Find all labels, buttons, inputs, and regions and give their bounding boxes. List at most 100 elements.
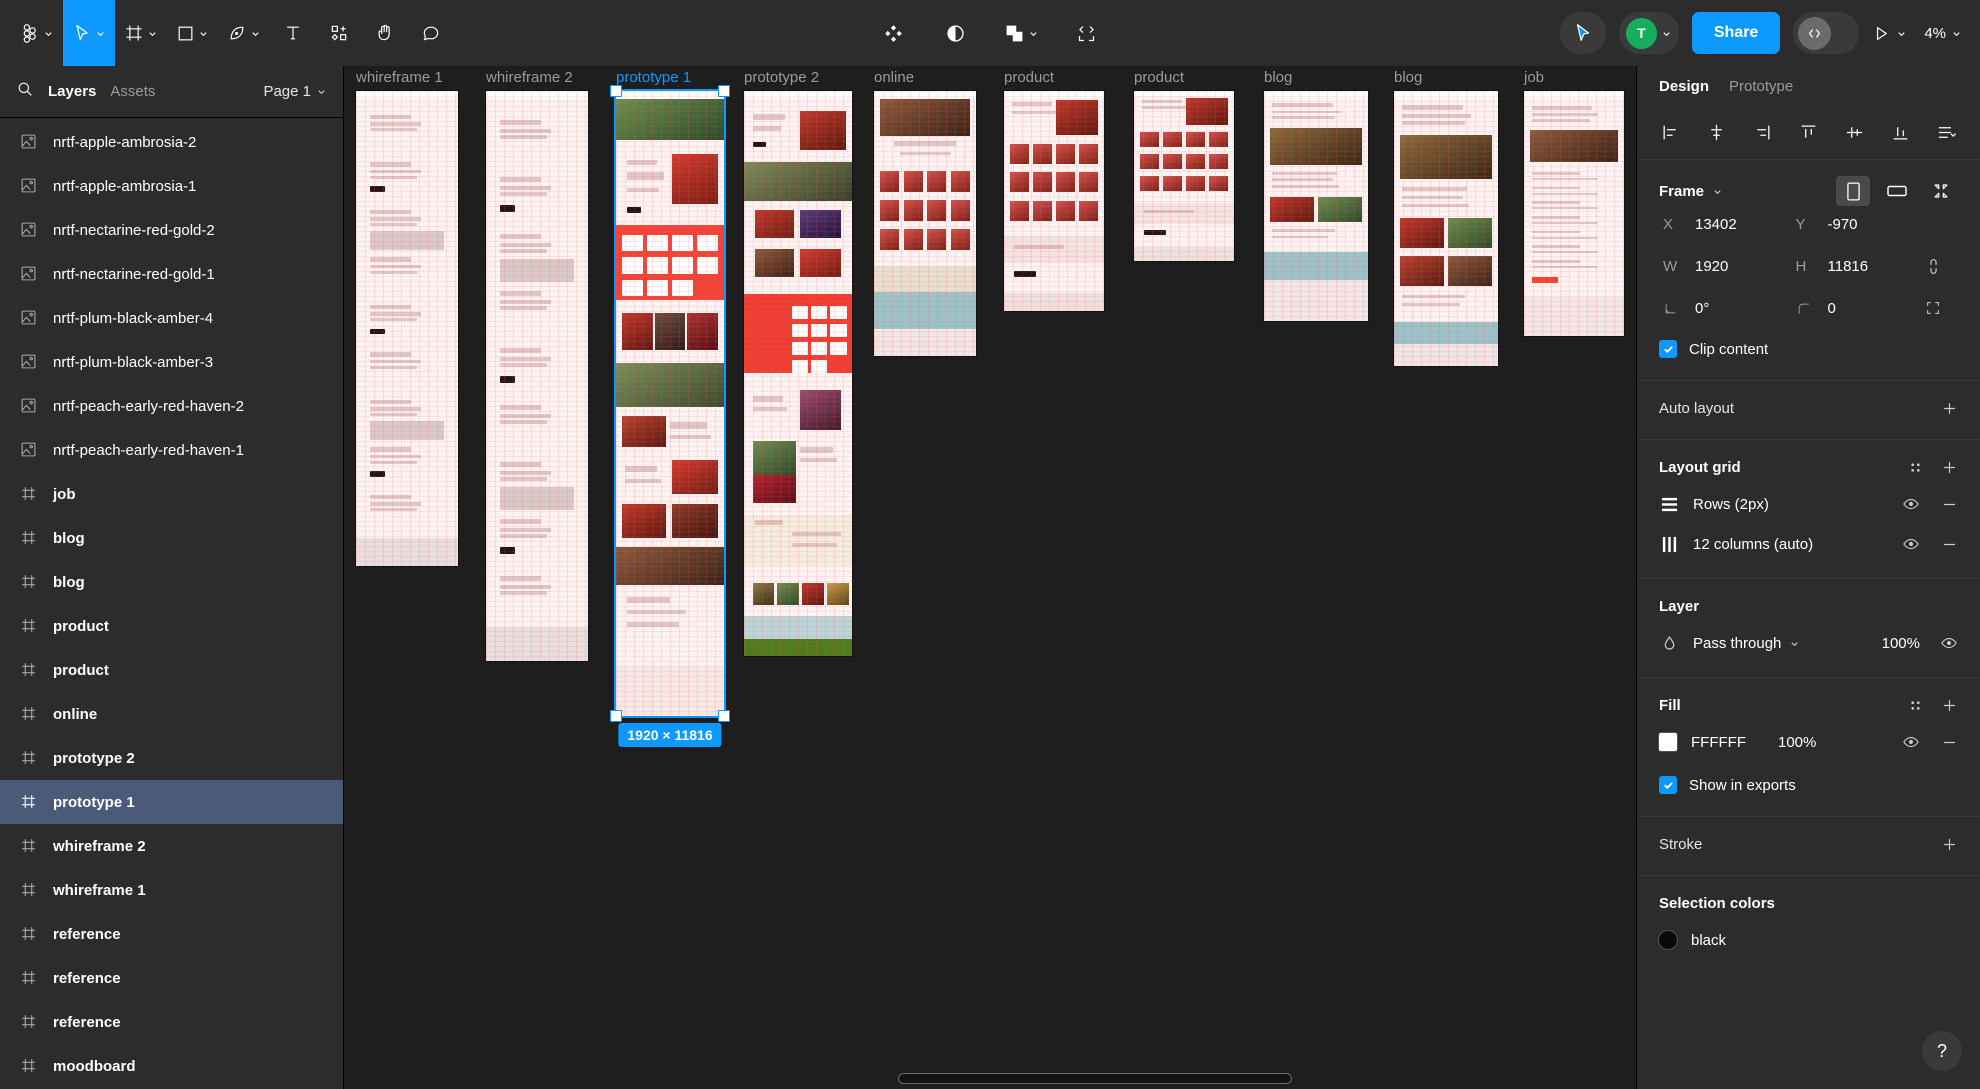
selection-color-row[interactable]: black <box>1659 920 1958 960</box>
corner-radius-field[interactable]: 0 <box>1792 290 1925 326</box>
landscape-frame-button[interactable] <box>1880 176 1914 206</box>
frame-thumbnail[interactable] <box>356 91 458 566</box>
present-button[interactable] <box>1872 24 1907 43</box>
show-in-exports-row[interactable]: Show in exports <box>1659 768 1958 802</box>
align-right-button[interactable] <box>1747 118 1777 148</box>
fill-opacity-value[interactable]: 100% <box>1778 734 1816 751</box>
fill-hex-value[interactable]: FFFFFF <box>1691 734 1746 751</box>
canvas-frame[interactable]: online <box>874 69 976 356</box>
canvas-frame[interactable]: product <box>1004 69 1104 311</box>
frame-label[interactable]: whireframe 2 <box>486 69 573 86</box>
layer-row[interactable]: nrtf-apple-ambrosia-2 <box>0 120 343 164</box>
layer-row[interactable]: job <box>0 472 343 516</box>
layer-row[interactable]: blog <box>0 516 343 560</box>
frame-label[interactable]: product <box>1004 69 1054 86</box>
width-field[interactable]: W 1920 <box>1659 248 1792 284</box>
layer-row[interactable]: nrtf-apple-ambrosia-1 <box>0 164 343 208</box>
selection-handle[interactable] <box>718 85 730 97</box>
move-tool-button[interactable] <box>63 0 115 66</box>
frame-thumbnail[interactable] <box>1004 91 1104 311</box>
selection-handle[interactable] <box>718 710 730 722</box>
fill-styles-button[interactable] <box>1906 696 1924 714</box>
layer-row[interactable]: nrtf-plum-black-amber-4 <box>0 296 343 340</box>
frame-thumbnail[interactable] <box>1264 91 1368 321</box>
canvas-frame[interactable]: whireframe 2 <box>486 69 588 661</box>
clip-content-checkbox[interactable] <box>1659 340 1677 358</box>
layer-row[interactable]: blog <box>0 560 343 604</box>
layer-row[interactable]: product <box>0 648 343 692</box>
layer-row[interactable]: moodboard <box>0 1044 343 1088</box>
layer-row[interactable]: prototype 2 <box>0 736 343 780</box>
canvas[interactable]: whireframe 1 whireframe 2 prototype 1 1920 … <box>344 66 1636 1089</box>
rotation-field[interactable]: 0° <box>1659 290 1792 326</box>
frame-thumbnail[interactable] <box>1394 91 1498 366</box>
clip-content-row[interactable]: Clip content <box>1659 332 1958 366</box>
frame-label[interactable]: job <box>1524 69 1544 86</box>
frame-label[interactable]: product <box>1134 69 1184 86</box>
canvas-frame[interactable]: job <box>1524 69 1624 336</box>
zoom-level-menu[interactable]: 4% <box>1920 25 1962 42</box>
frame-thumbnail[interactable] <box>874 91 976 356</box>
toggle-visibility-icon[interactable] <box>1940 634 1958 652</box>
remove-layout-grid-icon[interactable] <box>1940 535 1958 553</box>
layer-row[interactable]: nrtf-plum-black-amber-3 <box>0 340 343 384</box>
layer-row[interactable]: nrtf-peach-early-red-haven-2 <box>0 384 343 428</box>
canvas-frame[interactable]: prototype 1 1920 × 11816 <box>610 69 730 747</box>
height-field[interactable]: H 11816 <box>1792 248 1925 284</box>
layout-grid-row-rows[interactable]: Rows (2px) <box>1659 484 1958 524</box>
layer-row[interactable]: product <box>0 604 343 648</box>
blend-mode-row[interactable]: Pass through 100% <box>1659 623 1958 663</box>
canvas-frame[interactable]: blog <box>1264 69 1368 321</box>
add-layout-grid-button[interactable] <box>1940 458 1958 476</box>
layer-row[interactable]: nrtf-nectarine-red-gold-2 <box>0 208 343 252</box>
hand-tool-button[interactable] <box>362 0 408 66</box>
layer-row[interactable]: whireframe 2 <box>0 824 343 868</box>
add-stroke-button[interactable] <box>1940 835 1958 853</box>
layer-opacity-value[interactable]: 100% <box>1882 635 1920 652</box>
layer-row[interactable]: nrtf-nectarine-red-gold-1 <box>0 252 343 296</box>
tab-design[interactable]: Design <box>1659 78 1709 95</box>
tab-assets[interactable]: Assets <box>110 83 155 100</box>
frame-thumbnail[interactable] <box>1134 91 1234 261</box>
layer-row[interactable]: whireframe 1 <box>0 868 343 912</box>
components-tool-button[interactable] <box>316 0 362 66</box>
layer-row[interactable]: reference <box>0 912 343 956</box>
distribute-menu-button[interactable] <box>1932 118 1962 148</box>
layer-row[interactable]: nrtf-peach-early-red-haven-1 <box>0 428 343 472</box>
remove-fill-icon[interactable] <box>1940 733 1958 751</box>
layer-row[interactable]: prototype 1 <box>0 780 343 824</box>
align-vertical-center-button[interactable] <box>1840 118 1870 148</box>
toggle-visibility-icon[interactable] <box>1902 535 1920 553</box>
blend-mode-dropdown[interactable]: Pass through <box>1693 635 1800 652</box>
frame-thumbnail[interactable] <box>486 91 588 661</box>
frame-thumbnail[interactable] <box>744 91 852 656</box>
portrait-frame-button[interactable] <box>1836 176 1870 206</box>
grid-styles-button[interactable] <box>1906 458 1924 476</box>
frame-tool-button[interactable] <box>115 0 167 66</box>
canvas-frame[interactable]: prototype 2 <box>744 69 852 656</box>
shape-tool-button[interactable] <box>167 0 218 66</box>
tab-layers[interactable]: Layers <box>48 83 96 100</box>
remove-layout-grid-icon[interactable] <box>1940 495 1958 513</box>
layout-grid-row-columns[interactable]: 12 columns (auto) <box>1659 524 1958 564</box>
figma-menu-button[interactable] <box>10 0 63 66</box>
tab-prototype[interactable]: Prototype <box>1729 78 1793 95</box>
fit-to-content-button[interactable] <box>1924 176 1958 206</box>
help-button[interactable]: ? <box>1922 1031 1962 1071</box>
align-left-button[interactable] <box>1655 118 1685 148</box>
cursor-presence-button[interactable] <box>1559 12 1606 54</box>
independent-corners-icon[interactable] <box>1924 299 1942 317</box>
y-field[interactable]: Y -970 <box>1792 206 1925 242</box>
add-auto-layout-button[interactable] <box>1940 399 1958 417</box>
align-bottom-button[interactable] <box>1886 118 1916 148</box>
selection-handle[interactable] <box>610 710 622 722</box>
canvas-frame[interactable]: whireframe 1 <box>356 69 458 566</box>
frame-type-dropdown[interactable]: Frame <box>1659 183 1723 200</box>
page-selector[interactable]: Page 1 <box>263 83 327 100</box>
actions-tool-button[interactable] <box>871 0 917 66</box>
boolean-tool-button[interactable] <box>995 0 1048 66</box>
toggle-visibility-icon[interactable] <box>1902 495 1920 513</box>
toggle-visibility-icon[interactable] <box>1902 733 1920 751</box>
align-top-button[interactable] <box>1793 118 1823 148</box>
layer-row[interactable]: reference <box>0 1000 343 1044</box>
